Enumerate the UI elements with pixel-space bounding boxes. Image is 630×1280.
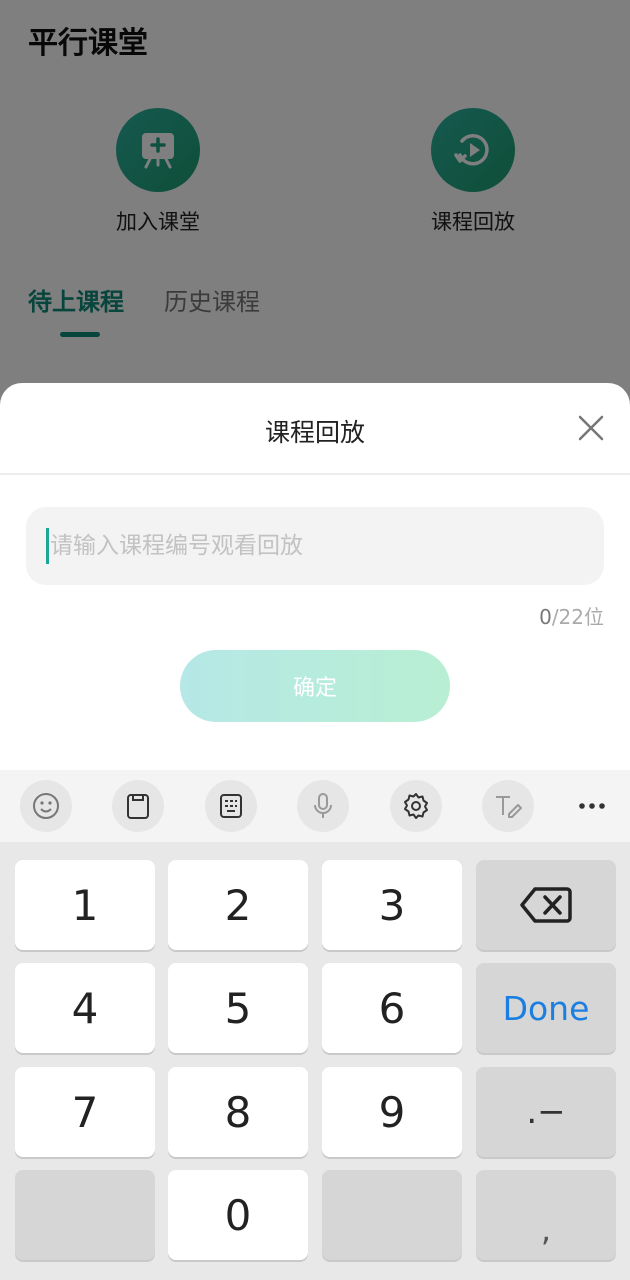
clipboard-icon[interactable] <box>112 780 164 832</box>
handwriting-icon[interactable] <box>482 780 534 832</box>
key-9[interactable]: 9 <box>322 1067 462 1157</box>
keyboard-toolbar <box>0 770 630 842</box>
key-8[interactable]: 8 <box>168 1067 308 1157</box>
course-number-input-wrapper[interactable] <box>26 507 604 585</box>
settings-icon[interactable] <box>390 780 442 832</box>
key-4[interactable]: 4 <box>15 963 155 1053</box>
emoji-icon[interactable] <box>20 780 72 832</box>
key-7[interactable]: 7 <box>15 1067 155 1157</box>
course-number-input[interactable] <box>50 507 590 585</box>
symbol-key[interactable]: .− <box>476 1067 616 1157</box>
more-icon[interactable] <box>566 780 618 832</box>
char-counter-suffix: /22位 <box>551 605 604 629</box>
char-counter: 0/22位 <box>539 601 604 630</box>
blank-key-left <box>15 1170 155 1260</box>
confirm-button[interactable]: 确定 <box>180 650 450 722</box>
key-5[interactable]: 5 <box>168 963 308 1053</box>
char-counter-current: 0 <box>539 605 552 629</box>
done-key[interactable]: Done <box>476 963 616 1053</box>
blank-key-right <box>322 1170 462 1260</box>
backspace-key[interactable] <box>476 860 616 950</box>
key-1[interactable]: 1 <box>15 860 155 950</box>
key-6[interactable]: 6 <box>322 963 462 1053</box>
sheet-header: 课程回放 <box>0 383 630 475</box>
numeric-keyboard: 1 2 3 4 5 6 Done 7 8 9 .− 0 , <box>0 770 630 1280</box>
keyboard-layout-icon[interactable] <box>205 780 257 832</box>
comma-key[interactable]: , <box>476 1170 616 1260</box>
microphone-icon[interactable] <box>297 780 349 832</box>
key-0[interactable]: 0 <box>168 1170 308 1260</box>
text-cursor <box>46 528 49 564</box>
backspace-icon <box>520 887 572 923</box>
key-2[interactable]: 2 <box>168 860 308 950</box>
sheet-title: 课程回放 <box>264 418 365 447</box>
close-icon[interactable] <box>576 413 606 443</box>
key-3[interactable]: 3 <box>322 860 462 950</box>
